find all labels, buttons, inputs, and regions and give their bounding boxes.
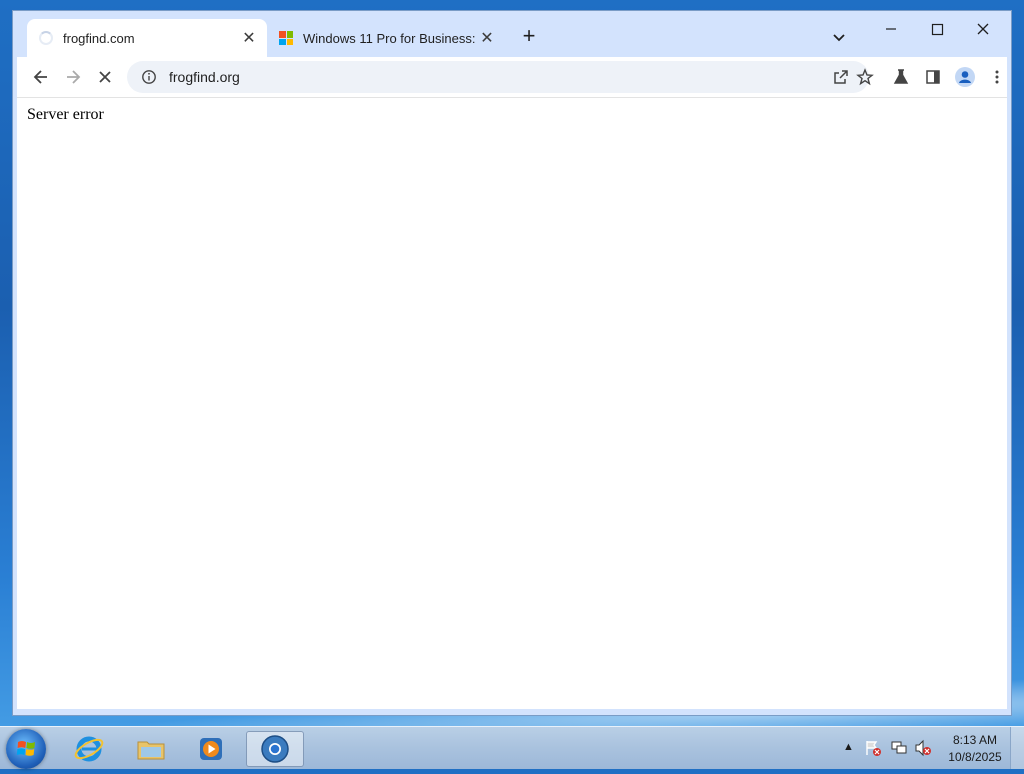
star-icon — [856, 68, 874, 86]
close-icon — [977, 23, 989, 35]
minimize-button[interactable] — [869, 15, 913, 43]
bookmark-button[interactable] — [851, 63, 879, 91]
taskbar: ▲ 8:13 AM 10/8/2025 — [0, 726, 1024, 769]
tab-title: Windows 11 Pro for Business: Fe — [303, 30, 475, 46]
browser-app-icon — [261, 735, 289, 763]
action-center-flag-icon[interactable] — [864, 739, 882, 760]
close-tab-icon[interactable]: ✕ — [475, 28, 499, 48]
start-button[interactable] — [6, 729, 46, 769]
media-player-icon — [200, 738, 222, 760]
system-clock[interactable]: 8:13 AM 10/8/2025 — [940, 732, 1010, 766]
media-player-taskbar-button[interactable] — [184, 731, 238, 767]
flask-icon — [893, 69, 909, 84]
back-arrow-icon — [33, 70, 47, 84]
kebab-menu-icon — [995, 70, 999, 84]
clock-date: 10/8/2025 — [948, 750, 1002, 764]
address-url[interactable]: frogfind.org — [169, 69, 240, 85]
close-tab-icon[interactable]: ✕ — [237, 28, 261, 48]
browser-toolbar: frogfind.org — [17, 57, 1007, 97]
tab-title: frogfind.com — [63, 30, 135, 46]
microsoft-logo-icon — [279, 31, 293, 45]
tab-strip: frogfind.com ✕ Windows 11 Pro for Busine… — [13, 11, 1011, 57]
tab-frogfind[interactable]: frogfind.com ✕ — [27, 19, 267, 57]
side-panel-icon — [926, 70, 940, 84]
minimize-icon — [886, 28, 896, 30]
new-tab-button[interactable]: + — [517, 25, 541, 49]
server-error-message: Server error — [27, 106, 104, 123]
show-hidden-icons-button[interactable]: ▲ — [843, 741, 854, 753]
maximize-icon — [931, 23, 944, 36]
profile-button[interactable] — [951, 63, 979, 91]
clock-time: 8:13 AM — [952, 733, 998, 747]
side-panel-button[interactable] — [919, 63, 947, 91]
avatar-icon — [955, 67, 975, 87]
menu-button[interactable] — [983, 63, 1011, 91]
labs-button[interactable] — [887, 63, 915, 91]
folder-icon — [137, 741, 165, 760]
stop-loading-button[interactable] — [91, 63, 119, 91]
chrome-taskbar-button[interactable] — [246, 731, 304, 767]
tab-windows-11-pro[interactable]: Windows 11 Pro for Business: Fe ✕ — [275, 19, 505, 57]
address-bar[interactable]: frogfind.org — [127, 61, 869, 93]
stop-x-icon — [99, 71, 111, 83]
internet-explorer-icon — [74, 736, 104, 762]
browser-window: frogfind.com ✕ Windows 11 Pro for Busine… — [12, 10, 1012, 716]
show-desktop-button[interactable] — [1010, 727, 1024, 769]
forward-arrow-icon — [67, 70, 81, 84]
windows-logo-icon — [16, 741, 35, 756]
file-explorer-taskbar-button[interactable] — [124, 731, 178, 767]
maximize-button[interactable] — [915, 15, 959, 43]
internet-explorer-taskbar-button[interactable] — [62, 731, 116, 767]
site-info-icon[interactable] — [135, 69, 163, 85]
tab-search-chevron-down-icon[interactable] — [829, 27, 849, 47]
loading-spinner-icon — [39, 31, 53, 45]
back-button[interactable] — [27, 63, 55, 91]
close-window-button[interactable] — [961, 15, 1005, 43]
volume-muted-icon[interactable] — [914, 739, 932, 760]
network-icon[interactable] — [890, 739, 908, 760]
forward-button[interactable] — [59, 63, 87, 91]
page-content: Server error — [17, 97, 1007, 709]
share-icon — [834, 70, 848, 84]
